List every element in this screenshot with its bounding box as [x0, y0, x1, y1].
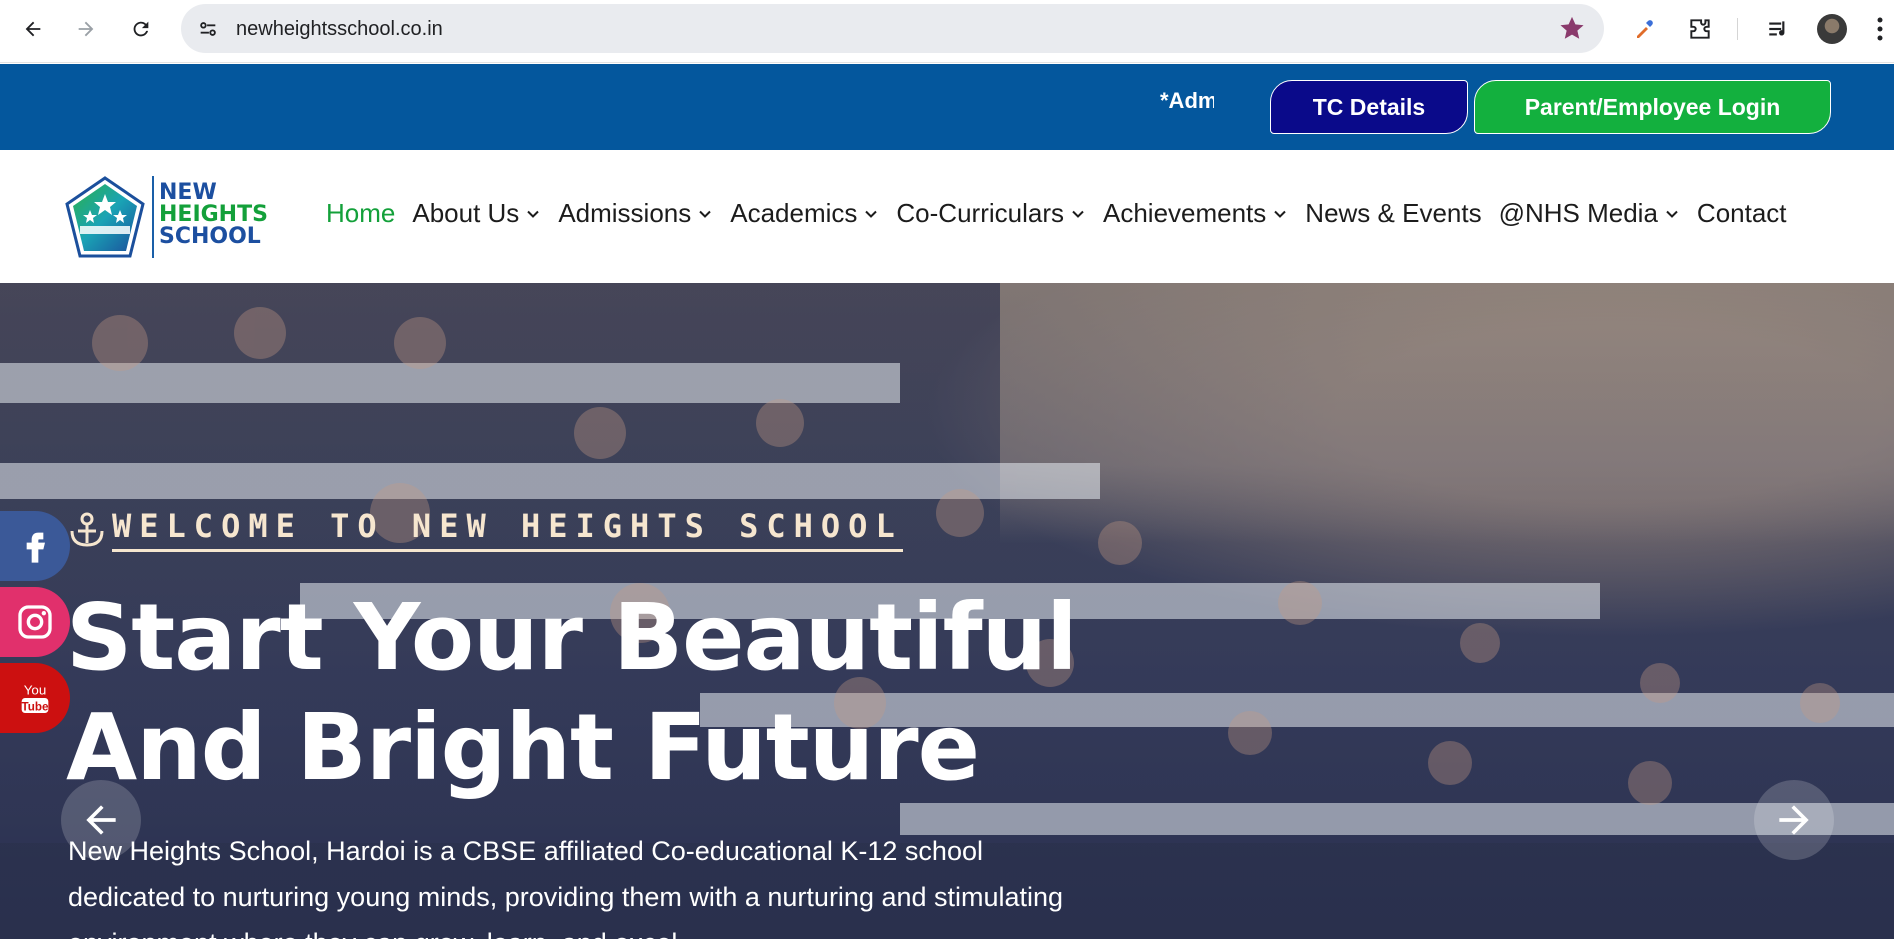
nav-item-news-events[interactable]: News & Events	[1305, 198, 1481, 229]
logo-line-1: NEW	[159, 180, 217, 205]
logo-line-2: HEIGHTS	[159, 202, 268, 227]
slider-next-button[interactable]	[1754, 780, 1834, 860]
reload-icon	[133, 21, 149, 37]
chevron-down-icon	[1274, 210, 1287, 218]
hero-slider: WELCOME TO NEW HEIGHTS SCHOOL Start Your…	[0, 283, 1894, 939]
star-icon[interactable]	[1558, 14, 1586, 42]
parent-employee-login-button[interactable]: Parent/Employee Login	[1474, 80, 1831, 134]
headline-line-1: Start Your Beautiful	[66, 584, 1078, 691]
browser-toolbar: newheightsschool.co.in	[0, 0, 1894, 63]
nav-item-academics[interactable]: Academics	[730, 198, 879, 229]
back-button[interactable]	[16, 12, 50, 46]
arrow-left-icon	[25, 21, 41, 37]
toolbar-divider	[1737, 18, 1738, 40]
facebook-icon	[26, 532, 45, 563]
nav-label: Contact	[1696, 198, 1787, 228]
nav-label: Admissions	[558, 198, 692, 228]
instagram-icon	[18, 605, 52, 639]
chevron-down-icon	[699, 210, 711, 218]
youtube-icon: You Tube	[22, 683, 49, 714]
chevron-down-icon	[1072, 210, 1084, 218]
welcome-text: WELCOME TO NEW HEIGHTS SCHOOL	[112, 507, 903, 552]
nav-item-achievements[interactable]: Achievements	[1103, 198, 1288, 229]
hero-headline: Start Your Beautiful And Bright Future	[66, 583, 1078, 803]
nav-item-about-us[interactable]: About Us	[412, 198, 541, 229]
admission-ticker[interactable]: *Admissions Open	[1160, 88, 1214, 124]
nav-label: Co-Curriculars	[896, 198, 1064, 228]
instagram-link[interactable]	[0, 587, 70, 657]
arrow-right-icon	[78, 21, 94, 37]
more-menu-icon[interactable]	[1876, 16, 1884, 42]
nav-item-contact[interactable]: Contact	[1697, 198, 1787, 229]
logo-divider	[152, 176, 154, 258]
nav-label: Academics	[730, 198, 858, 228]
tc-details-button[interactable]: TC Details	[1270, 80, 1468, 134]
nav-item-admissions[interactable]: Admissions	[558, 198, 713, 229]
media-queue-icon[interactable]	[1764, 14, 1794, 44]
address-bar[interactable]: newheightsschool.co.in	[181, 4, 1604, 53]
chevron-down-icon	[527, 210, 540, 218]
school-logo[interactable]: NEW HEIGHTS SCHOOL	[64, 174, 274, 262]
profile-avatar[interactable]	[1817, 14, 1847, 44]
nav-label: @NHS Media	[1498, 198, 1658, 228]
chevron-down-icon	[1666, 210, 1678, 218]
facebook-link[interactable]	[0, 511, 70, 581]
extensions-puzzle-icon[interactable]	[1685, 14, 1715, 44]
logo-line-3: SCHOOL	[159, 224, 261, 249]
arrow-left-icon	[86, 805, 116, 835]
anchor-icon	[70, 512, 104, 547]
nav-label: Home	[326, 198, 396, 228]
nav-item-co-curriculars[interactable]: Co-Curriculars	[896, 198, 1086, 229]
hero-description: New Heights School, Hardoi is a CBSE aff…	[68, 836, 1064, 939]
svg-text:You: You	[24, 683, 47, 698]
nav-label: News & Events	[1305, 198, 1482, 228]
top-announcement-bar: *Admissions Open TC Details Parent/Emplo…	[0, 64, 1894, 150]
nav-label: About Us	[412, 198, 520, 228]
arrow-right-icon	[1779, 805, 1809, 835]
chevron-down-icon	[865, 210, 878, 218]
site-header: NEW HEIGHTS SCHOOL Home About Us Admissi…	[0, 150, 1894, 283]
welcome-tagline: WELCOME TO NEW HEIGHTS SCHOOL	[68, 507, 903, 552]
main-navigation: Home About Us Admissions Academics Co-Cu…	[326, 198, 1804, 229]
nav-label: Achievements	[1102, 198, 1267, 228]
forward-button[interactable]	[69, 12, 103, 46]
shield-logo-icon	[65, 176, 145, 258]
eyedropper-icon[interactable]	[1629, 14, 1659, 44]
nav-item-home[interactable]: Home	[326, 198, 395, 229]
headline-line-2: And Bright Future	[66, 694, 980, 801]
tune-icon[interactable]	[195, 16, 221, 42]
nav-item-nhs-media[interactable]: @NHS Media	[1499, 198, 1680, 229]
slider-prev-button[interactable]	[61, 780, 141, 860]
reload-button[interactable]	[124, 12, 158, 46]
logo-wordmark: NEW HEIGHTS SCHOOL	[159, 182, 268, 248]
url-text[interactable]: newheightsschool.co.in	[236, 18, 443, 41]
youtube-link[interactable]: You Tube	[0, 663, 70, 733]
svg-text:Tube: Tube	[22, 701, 49, 714]
